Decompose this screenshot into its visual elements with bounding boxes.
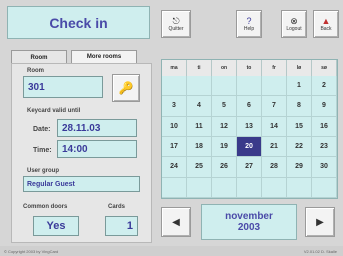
calendar-day — [237, 76, 262, 97]
quit-button[interactable]: ⎋ Quitter — [161, 10, 191, 38]
calendar-day[interactable]: 19 — [212, 137, 237, 158]
year-value: 2003 — [237, 222, 261, 233]
calendar-day[interactable]: 20 — [237, 137, 262, 158]
common-doors-label: Common doors — [23, 204, 68, 210]
calendar-day[interactable]: 5 — [212, 96, 237, 117]
page-title: Check in — [7, 6, 150, 39]
help-icon: ? — [246, 15, 252, 26]
weekday-label: ti — [187, 60, 212, 76]
calendar-day — [187, 76, 212, 97]
date-label: Date: — [33, 126, 51, 133]
common-doors-field[interactable]: Yes — [33, 216, 79, 236]
room-field[interactable]: 301 — [23, 76, 103, 98]
calendar-day[interactable]: 29 — [287, 157, 312, 178]
calendar-day — [237, 177, 262, 198]
tab-room[interactable]: Room — [11, 50, 67, 64]
calendar-weekday-header: ma ti on to fr lø sø — [162, 60, 337, 76]
user-group-label: User group — [27, 168, 60, 174]
next-month-button[interactable]: ▶ — [305, 207, 335, 237]
calendar-day[interactable]: 23 — [312, 137, 337, 158]
prev-month-button[interactable]: ◀ — [161, 207, 191, 237]
arrow-right-icon: ▶ — [316, 216, 324, 228]
cards-field[interactable]: 1 — [105, 216, 138, 236]
month-name: november — [225, 211, 273, 222]
calendar-day[interactable]: 12 — [212, 116, 237, 137]
calendar-day — [212, 76, 237, 97]
status-left: © Copyright 2003 by VingCard — [4, 248, 59, 254]
logout-button[interactable]: ⊗ Logout — [281, 10, 307, 38]
tab-more-rooms[interactable]: More rooms — [71, 50, 137, 64]
calendar-day[interactable]: 24 — [162, 157, 187, 178]
calendar-day — [312, 177, 337, 198]
month-display: november 2003 — [201, 204, 297, 240]
calendar-day[interactable]: 28 — [262, 157, 287, 178]
calendar-day — [162, 177, 187, 198]
weekday-label: to — [237, 60, 262, 76]
back-icon: ▲ — [321, 15, 331, 26]
calendar-day[interactable]: 3 — [162, 96, 187, 117]
calendar-day[interactable]: 14 — [262, 116, 287, 137]
calendar-day[interactable]: 2 — [312, 76, 337, 97]
calendar-day[interactable]: 6 — [237, 96, 262, 117]
calendar-day[interactable]: 10 — [162, 116, 187, 137]
calendar-day — [162, 76, 187, 97]
key-button[interactable]: 🔑 — [112, 74, 140, 102]
back-button[interactable]: ▲ Back — [313, 10, 339, 38]
cards-label: Cards — [108, 204, 126, 210]
status-right: V2.01.02 D. Skalle — [303, 248, 337, 254]
weekday-label: fr — [262, 60, 287, 76]
calendar-day — [187, 177, 212, 198]
calendar-day[interactable]: 15 — [287, 116, 312, 137]
calendar-day — [262, 76, 287, 97]
calendar-day[interactable]: 16 — [312, 116, 337, 137]
calendar-day[interactable]: 30 — [312, 157, 337, 178]
calendar-day — [212, 177, 237, 198]
calendar-day[interactable]: 7 — [262, 96, 287, 117]
quit-icon: ⎋ — [172, 15, 180, 26]
calendar-day — [287, 177, 312, 198]
calendar-day[interactable]: 1 — [287, 76, 312, 97]
calendar-day[interactable]: 22 — [287, 137, 312, 158]
calendar-day[interactable]: 13 — [237, 116, 262, 137]
calendar-day[interactable]: 8 — [287, 96, 312, 117]
logout-icon: ⊗ — [290, 15, 298, 26]
calendar-day — [262, 177, 287, 198]
status-bar: © Copyright 2003 by VingCard V2.01.02 D.… — [0, 246, 343, 256]
time-field[interactable]: 14:00 — [57, 140, 137, 158]
calendar-day-grid: 1 2 3 4 5 6 7 8 9 10 11 12 13 14 15 16 17 18 19 20 21 22 23 24 2… — [162, 76, 337, 198]
weekday-label: lø — [287, 60, 312, 76]
weekday-label: sø — [312, 60, 337, 76]
weekday-label: on — [212, 60, 237, 76]
keycard-valid-label: Keycard valid until — [27, 108, 81, 114]
calendar-day[interactable]: 27 — [237, 157, 262, 178]
date-field[interactable]: 28.11.03 — [57, 119, 137, 137]
calendar-day[interactable]: 21 — [262, 137, 287, 158]
calendar-day[interactable]: 9 — [312, 96, 337, 117]
calendar-day[interactable]: 11 — [187, 116, 212, 137]
calendar-day[interactable]: 26 — [212, 157, 237, 178]
calendar-day[interactable]: 4 — [187, 96, 212, 117]
weekday-label: ma — [162, 60, 187, 76]
arrow-left-icon: ◀ — [172, 216, 180, 228]
time-label: Time: — [33, 147, 52, 154]
room-label: Room — [27, 68, 44, 74]
calendar-day[interactable]: 18 — [187, 137, 212, 158]
calendar-day[interactable]: 17 — [162, 137, 187, 158]
calendar-day[interactable]: 25 — [187, 157, 212, 178]
calendar: ma ti on to fr lø sø 1 2 3 4 5 6 7 8 9 10 11 12 13 14… — [161, 59, 338, 199]
help-button[interactable]: ? Help — [236, 10, 262, 38]
key-icon: 🔑 — [118, 81, 134, 95]
user-group-field[interactable]: Regular Guest — [23, 176, 140, 192]
